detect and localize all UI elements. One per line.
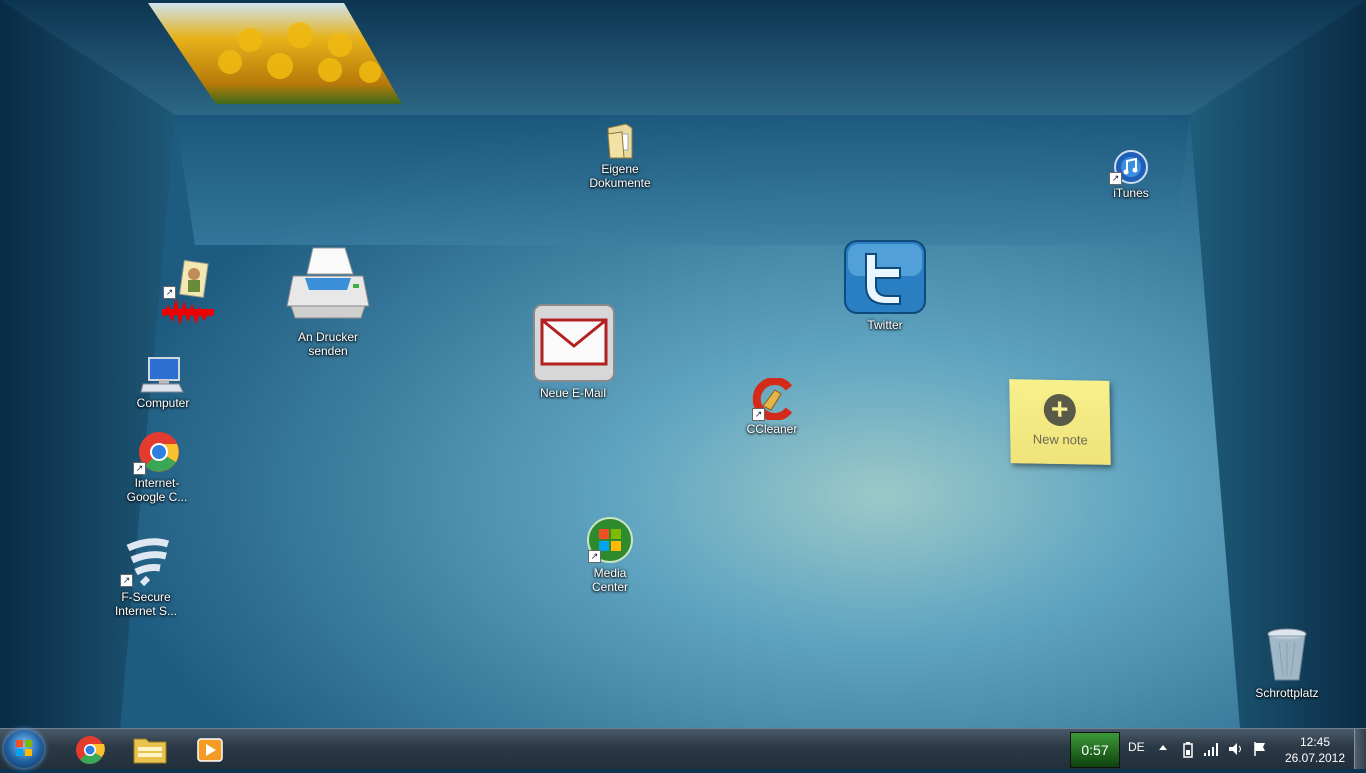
show-hidden-icons-arrow[interactable] [1158, 743, 1168, 753]
start-orb-icon[interactable] [4, 730, 44, 768]
desktop-icon-media-center[interactable]: ↗ Media Center [560, 516, 660, 594]
folder-documents-icon [607, 123, 633, 159]
desktop-icon-label: Schrottplatz [1255, 686, 1319, 700]
plus-icon[interactable]: + [1043, 393, 1077, 427]
desktop-icon-computer[interactable]: Computer [113, 356, 213, 410]
new-note-label: New note [1032, 431, 1088, 448]
action-center-flag-icon[interactable] [1252, 740, 1268, 758]
taskbar-media-player-button[interactable] [184, 731, 236, 767]
show-desktop-button[interactable] [1354, 729, 1366, 769]
desktop-icon-label: Internet- Google C... [126, 476, 188, 504]
desktop-icon-label: Media Center [591, 566, 629, 594]
desktop-icon-itunes[interactable]: ↗ iTunes [1081, 150, 1181, 200]
chrome-icon [76, 736, 105, 765]
explorer-icon [133, 738, 167, 764]
printer-icon [286, 247, 370, 319]
taskbar-explorer-button[interactable] [124, 731, 176, 767]
language-indicator[interactable]: DE [1128, 740, 1145, 754]
desktop-icon-fsecure[interactable]: ↗ F-Secure Internet S... [96, 538, 196, 618]
taskbar-clock[interactable]: 12:45 26.07.2012 [1280, 734, 1350, 766]
battery-meter-gadget[interactable]: 0:57 [1070, 732, 1120, 768]
desktop-icon-label: F-Secure Internet S... [114, 590, 178, 618]
battery-meter-value: 0:57 [1081, 742, 1109, 758]
desktop-icon-neue-email[interactable]: Neue E-Mail [523, 302, 623, 400]
battery-icon[interactable] [1182, 741, 1194, 759]
desktop-icon-ccleaner[interactable]: ↗ CCleaner [722, 378, 822, 436]
desktop-icon-schrottplatz[interactable]: Schrottplatz [1237, 628, 1337, 700]
shortcut-arrow-icon: ↗ [120, 574, 133, 587]
computer-icon [140, 357, 184, 393]
recycle-bin-icon [1267, 628, 1307, 681]
user-photo-icon [162, 259, 214, 326]
new-note-sticky[interactable]: + New note [1009, 379, 1111, 465]
taskbar-chrome-button[interactable] [64, 731, 116, 767]
desktop-icon-an-drucker[interactable]: An Drucker senden [278, 244, 378, 358]
desktop-icon-eigene-dokumente[interactable]: Eigene Dokumente [570, 122, 670, 190]
desktop-icon-twitter[interactable]: Twitter [835, 238, 935, 332]
network-icon[interactable] [1203, 741, 1219, 757]
desktop-icon-label: Eigene Dokumente [589, 162, 651, 190]
shortcut-arrow-icon: ↗ [752, 408, 765, 421]
desktop-3d-room: Eigene Dokumente ↗ iTunes Twitter ↗ An D… [0, 0, 1366, 728]
media-player-icon [197, 738, 223, 762]
desktop-icon-label: An Drucker senden [297, 330, 359, 358]
shortcut-arrow-icon: ↗ [588, 550, 601, 563]
desktop-icon-label: CCleaner [746, 422, 798, 436]
desktop-icon-label: Computer [136, 396, 190, 410]
volume-icon[interactable] [1227, 741, 1245, 757]
twitter-icon [844, 240, 926, 314]
shortcut-arrow-icon: ↗ [163, 286, 176, 299]
desktop-icon-user-photo[interactable]: ↗ [135, 258, 235, 332]
desktop-icon-label: Neue E-Mail [539, 386, 607, 400]
desktop-icon-label: Twitter [867, 318, 903, 332]
clock-time: 12:45 [1299, 735, 1331, 749]
shortcut-arrow-icon: ↗ [133, 462, 146, 475]
shortcut-arrow-icon: ↗ [1109, 172, 1122, 185]
desktop-icon-chrome[interactable]: ↗ Internet- Google C... [107, 430, 207, 504]
desktop-icon-label: iTunes [1113, 186, 1149, 200]
mail-icon [533, 304, 615, 382]
clock-date: 26.07.2012 [1284, 751, 1346, 765]
taskbar: 0:57 DE 12:45 26.07.2012 [0, 728, 1366, 769]
